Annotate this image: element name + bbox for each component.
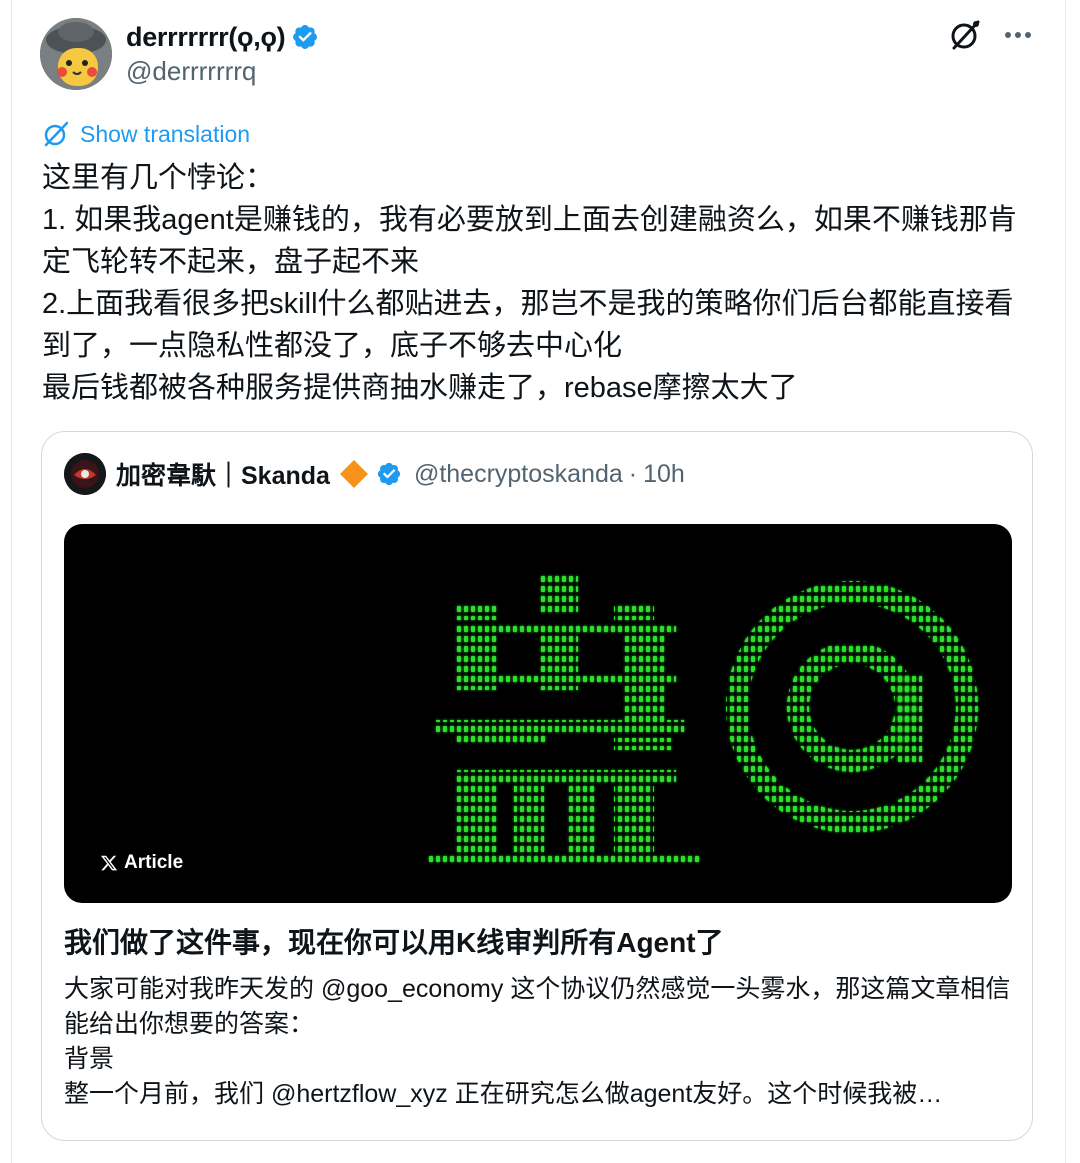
article-cover-image[interactable]: Article xyxy=(64,524,1012,903)
article-title[interactable]: 我们做了这件事，现在你可以用K线审判所有Agent了 xyxy=(64,921,1014,961)
author-avatar[interactable] xyxy=(40,18,112,90)
author-display-name[interactable]: derrrrrrr(ϙ,ϙ) xyxy=(126,22,286,53)
show-translation-link[interactable]: Show translation xyxy=(42,120,250,148)
author-name-row[interactable]: derrrrrrr(ϙ,ϙ) xyxy=(126,20,319,54)
show-translation-label[interactable]: Show translation xyxy=(80,121,250,148)
quote-header[interactable]: 加密韋馱｜Skanda @thecryptoskanda · 10h xyxy=(64,452,685,496)
tweet-actions xyxy=(948,18,1034,52)
more-icon[interactable] xyxy=(1002,19,1034,51)
verified-badge-icon xyxy=(377,462,401,486)
grok-icon[interactable] xyxy=(948,18,982,52)
quote-separator: · xyxy=(628,459,638,488)
quote-author-avatar[interactable] xyxy=(64,453,106,495)
x-logo-icon xyxy=(100,855,118,871)
quote-tweet-card[interactable]: 加密韋馱｜Skanda @thecryptoskanda · 10h Artic… xyxy=(41,431,1033,1141)
orange-diamond-icon xyxy=(339,460,368,488)
verified-badge-icon xyxy=(293,25,318,49)
ascii-art-pan-and-at-sign xyxy=(428,576,978,866)
tweet-text: 这里有几个悖论： 1. 如果我agent是赚钱的，我有必要放到上面去创建融资么，… xyxy=(42,162,1017,404)
author-handle[interactable]: @derrrrrrrq xyxy=(126,56,256,87)
translate-icon xyxy=(44,121,69,147)
quote-author-handle[interactable]: @thecryptoskanda xyxy=(414,460,623,489)
article-badge: Article xyxy=(100,852,183,874)
article-badge-label: Article xyxy=(124,852,184,873)
quote-timestamp[interactable]: 10h xyxy=(643,460,685,489)
quote-author-name[interactable]: 加密韋馱｜Skanda xyxy=(116,456,330,492)
article-excerpt: 大家可能对我昨天发的 @goo_economy 这个协议仍然感觉一头雾水，那这篇… xyxy=(64,975,1011,1108)
